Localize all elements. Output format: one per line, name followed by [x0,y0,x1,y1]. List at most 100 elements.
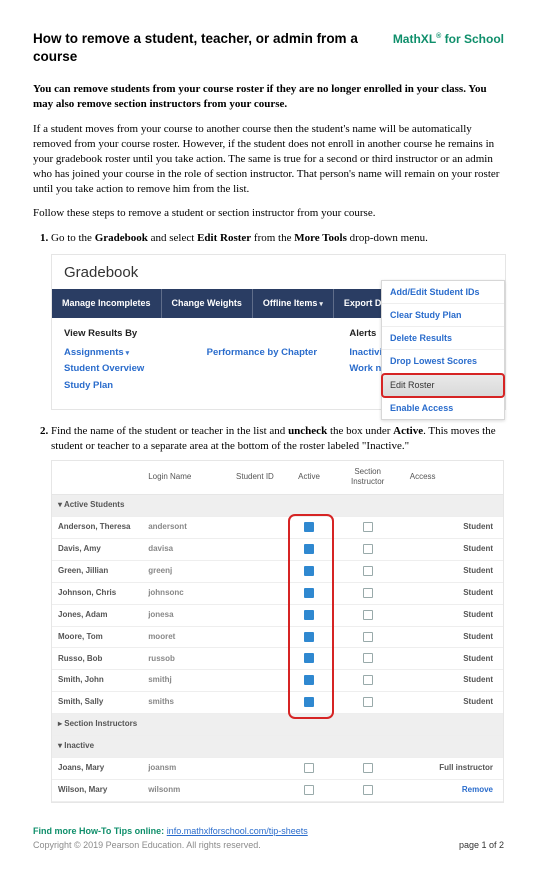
page-footer: Find more How-To Tips online: info.mathx… [33,825,504,851]
cell-name: Joans, Mary [52,757,142,779]
gradebook-panel: Gradebook Manage Incompletes Change Weig… [51,254,506,410]
remove-link[interactable]: Remove [462,785,493,794]
cell-login: wilsonm [142,779,223,801]
view-results-header: View Results By [64,328,207,341]
table-row: Moore, TommooretStudent [52,626,503,648]
cell-active [286,582,331,604]
section-instructor-checkbox[interactable] [363,522,373,532]
group-inactive[interactable]: ▾ Inactive [52,736,503,758]
active-checkbox[interactable] [304,588,314,598]
cell-student-id [223,538,286,560]
group-active-students[interactable]: ▾ Active Students [52,495,503,517]
cell-access: Student [404,670,503,692]
cell-login: jonesa [142,604,223,626]
cell-active [286,560,331,582]
page-title: How to remove a student, teacher, or adm… [33,30,393,66]
cell-access: Full instructor [404,757,503,779]
cell-student-id [223,779,286,801]
step-1-text: Go to the Gradebook and select Edit Rost… [51,232,428,244]
table-row: Smith, SallysmithsStudent [52,692,503,714]
section-instructor-checkbox[interactable] [363,632,373,642]
active-checkbox[interactable] [304,610,314,620]
cell-access: Student [404,517,503,539]
cell-name: Jones, Adam [52,604,142,626]
cell-login: joansm [142,757,223,779]
copyright-text: Copyright © 2019 Pearson Education. All … [33,839,308,851]
tip-sheets-link[interactable]: info.mathxlforschool.com/tip-sheets [167,826,308,836]
dd-item-drop-lowest[interactable]: Drop Lowest Scores [382,350,504,373]
tab-offline-items[interactable]: Offline Items [253,289,334,317]
col-login: Login Name [142,461,223,495]
find-more-label: Find more How-To Tips online: [33,826,164,836]
step-1-mid: and select [148,232,197,244]
active-checkbox[interactable] [304,653,314,663]
table-row: Joans, Maryjoansm Full instructor [52,757,503,779]
step-2: Find the name of the student or teacher … [51,424,504,803]
section-instructor-checkbox[interactable] [363,544,373,554]
link-student-overview[interactable]: Student Overview [64,363,207,376]
active-checkbox[interactable] [304,566,314,576]
cell-access: Student [404,582,503,604]
step-1-mid2: from the [251,232,294,244]
active-checkbox[interactable] [304,675,314,685]
active-checkbox[interactable] [304,697,314,707]
cell-section-instructor [332,582,404,604]
active-checkbox[interactable] [304,785,314,795]
active-checkbox[interactable] [304,544,314,554]
cell-login: smiths [142,692,223,714]
dd-item-edit-roster[interactable]: Edit Roster [382,374,504,397]
active-checkbox[interactable] [304,763,314,773]
dd-item-delete-results[interactable]: Delete Results [382,327,504,350]
link-study-plan[interactable]: Study Plan [64,380,207,393]
cell-access: Student [404,692,503,714]
section-instructor-checkbox[interactable] [363,588,373,598]
step-1-bold-1: Gradebook [95,232,148,244]
active-checkbox[interactable] [304,522,314,532]
step-1-bold-3: More Tools [294,232,347,244]
cell-student-id [223,692,286,714]
section-instructor-checkbox[interactable] [363,610,373,620]
section-instructor-checkbox[interactable] [363,763,373,773]
tab-manage-incompletes[interactable]: Manage Incompletes [52,289,162,317]
dd-item-enable-access[interactable]: Enable Access [382,397,504,419]
col-section-instructor: Section Instructor [332,461,404,495]
table-row: Davis, AmydavisaStudent [52,538,503,560]
cell-section-instructor [332,560,404,582]
tab-change-weights[interactable]: Change Weights [162,289,253,317]
active-checkbox[interactable] [304,632,314,642]
step-1-prefix: Go to the [51,232,95,244]
dd-item-clear-study-plan[interactable]: Clear Study Plan [382,304,504,327]
step-1-suffix: drop-down menu. [347,232,428,244]
cell-student-id [223,626,286,648]
section-instructor-checkbox[interactable] [363,566,373,576]
cell-student-id [223,670,286,692]
link-assignments[interactable]: Assignments [64,347,129,360]
cell-section-instructor [332,517,404,539]
section-instructor-checkbox[interactable] [363,653,373,663]
cell-login: smithj [142,670,223,692]
step-2-bold-2: Active [393,425,423,437]
cell-section-instructor [332,670,404,692]
intro-paragraph: You can remove students from your course… [33,82,504,112]
step-1-bold-2: Edit Roster [197,232,251,244]
section-instructor-checkbox[interactable] [363,675,373,685]
link-performance-by-chapter[interactable]: Performance by Chapter [207,347,350,360]
section-instructor-checkbox[interactable] [363,785,373,795]
table-row: Russo, BobrussobStudent [52,648,503,670]
cell-active [286,604,331,626]
cell-section-instructor [332,626,404,648]
section-instructor-checkbox[interactable] [363,697,373,707]
cell-login: greenj [142,560,223,582]
group-section-instructors[interactable]: ▸ Section Instructors [52,714,503,736]
cell-student-id [223,582,286,604]
cell-section-instructor [332,692,404,714]
cell-name: Anderson, Theresa [52,517,142,539]
col-access: Access [404,461,503,495]
step-2-mid: the box under [327,425,393,437]
cell-active [286,626,331,648]
more-tools-dropdown: Add/Edit Student IDs Clear Study Plan De… [381,280,505,420]
cell-access: Student [404,648,503,670]
cell-name: Moore, Tom [52,626,142,648]
dd-item-add-edit-ids[interactable]: Add/Edit Student IDs [382,281,504,304]
step-2-prefix: Find the name of the student or teacher … [51,425,288,437]
